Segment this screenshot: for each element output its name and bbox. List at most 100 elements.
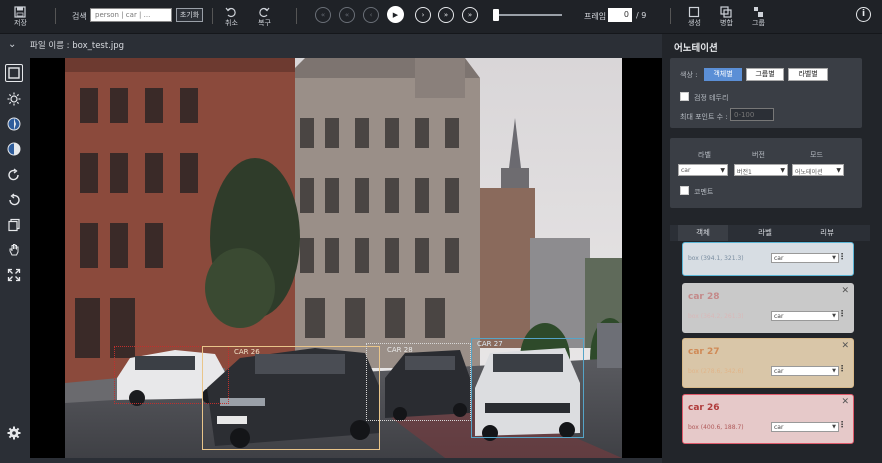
panel-title: 어노테이션	[674, 43, 718, 54]
dropdown-arrow-icon: ▼	[836, 167, 841, 174]
object-name: car 27	[688, 347, 720, 357]
object-card[interactable]: ✕ car 28 box (364.2, 261.3) car ▼ ⋮	[682, 283, 854, 333]
half-circle-icon	[7, 142, 21, 156]
group-button[interactable]: 그룹	[752, 6, 765, 28]
more-options-icon[interactable]: ⋮	[838, 252, 846, 261]
panel-tabs: 객체 라벨 리뷰	[670, 225, 870, 241]
file-bar: ⌄ 파일 이름 : box_test.jpg	[0, 34, 662, 56]
next-frame-button[interactable]: ›	[415, 7, 431, 23]
rectangle-icon	[8, 67, 20, 79]
rotate-right-tool[interactable]	[5, 166, 23, 184]
redo-icon	[259, 7, 270, 18]
copy-icon	[8, 218, 20, 232]
search-label: 검색	[72, 12, 87, 21]
redo-button[interactable]: 복구	[258, 6, 271, 28]
pan-tool[interactable]	[5, 241, 23, 259]
brightness-tool[interactable]	[5, 90, 23, 108]
reset-button[interactable]: 초기화	[176, 8, 203, 22]
last-frame-button[interactable]: »	[462, 7, 478, 23]
label-select-value: car	[681, 167, 691, 174]
object-card-selected[interactable]: ✕ car 26 box (400.6, 188.7) car ▼ ⋮	[682, 394, 854, 444]
max-points-input[interactable]: 0-100	[730, 108, 774, 121]
close-icon[interactable]: ✕	[841, 341, 849, 351]
group-label: 그룹	[752, 19, 765, 27]
black-border-checkbox[interactable]	[680, 92, 689, 101]
fit-screen-tool[interactable]	[5, 266, 23, 284]
display-settings-card: 색상 : 객체별 그룹별 라벨별 검정 테두리 최대 포인트 수 : 0-100	[670, 58, 862, 128]
object-card[interactable]: ✕ car 27 box (278.6, 342.6) car ▼ ⋮	[682, 338, 854, 388]
play-button[interactable]: ▶	[387, 6, 404, 23]
copy-tool[interactable]	[5, 216, 23, 234]
comment-checkbox[interactable]	[680, 186, 689, 195]
hand-icon	[9, 244, 19, 256]
square-icon	[689, 6, 700, 18]
undo-label: 취소	[225, 19, 238, 27]
settings-button[interactable]	[7, 426, 21, 443]
object-class-select[interactable]: car ▼	[771, 253, 839, 263]
create-button[interactable]: 생성	[688, 6, 701, 28]
tab-labels[interactable]: 라벨	[740, 225, 790, 241]
dropdown-arrow-icon: ▼	[832, 424, 836, 430]
bbox-car-28-alt[interactable]	[366, 343, 471, 421]
bbox-label-car-26: CAR 26	[234, 348, 260, 356]
next-ten-button[interactable]: »	[438, 7, 454, 23]
dropdown-arrow-icon: ▼	[832, 368, 836, 374]
bbox-label-car-27: CAR 27	[477, 340, 503, 348]
version-select[interactable]: 버전1 ▼	[734, 164, 788, 176]
dropdown-arrow-icon: ▼	[832, 255, 836, 261]
object-card[interactable]: box (394.1, 321.3) car ▼ ⋮	[682, 242, 854, 276]
save-icon	[14, 6, 27, 18]
mode-header: 모드	[810, 151, 823, 159]
object-class-select[interactable]: car ▼	[771, 422, 839, 432]
frame-input[interactable]: 0	[608, 8, 632, 22]
tab-objects[interactable]: 객체	[678, 225, 728, 241]
frame-slider-handle[interactable]	[493, 9, 499, 21]
sun-icon	[7, 92, 21, 106]
more-options-icon[interactable]: ⋮	[838, 420, 846, 429]
tab-review[interactable]: 리뷰	[802, 225, 852, 241]
object-class-value: car	[774, 424, 784, 431]
bbox-car-26[interactable]	[202, 346, 380, 450]
contrast-tool[interactable]	[5, 115, 23, 133]
close-icon[interactable]: ✕	[841, 397, 849, 407]
gear-icon	[7, 426, 21, 440]
rotate-left-tool[interactable]	[5, 191, 23, 209]
frame-label: 프레임	[584, 12, 607, 21]
save-button[interactable]: 저장	[14, 6, 27, 28]
image-canvas[interactable]: CAR 26 CAR 28 CAR 27	[30, 58, 662, 458]
object-class-select[interactable]: car ▼	[771, 366, 839, 376]
divider	[212, 8, 213, 24]
chevron-down-icon[interactable]: ⌄	[8, 39, 16, 50]
more-options-icon[interactable]: ⋮	[838, 364, 846, 373]
divider	[670, 8, 671, 24]
label-select[interactable]: car ▼	[678, 164, 728, 176]
box-tool[interactable]	[5, 64, 23, 82]
prev-ten-button[interactable]: «	[339, 7, 355, 23]
saturation-tool[interactable]	[5, 140, 23, 158]
play-icon: ▶	[392, 10, 399, 19]
first-frame-button[interactable]: «	[315, 7, 331, 23]
more-options-icon[interactable]: ⋮	[838, 309, 846, 318]
mode-select[interactable]: 어노테이션 ▼	[792, 164, 844, 176]
fast-forward-icon: »	[443, 11, 449, 19]
bbox-car-27[interactable]	[471, 338, 584, 438]
color-by-label-button[interactable]: 라벨별	[788, 68, 828, 81]
dropdown-arrow-icon: ▼	[780, 167, 785, 174]
close-icon[interactable]: ✕	[841, 286, 849, 296]
search-input[interactable]: person | car | ...	[90, 8, 172, 22]
object-coords: box (394.1, 321.3)	[688, 255, 744, 262]
frame-slider-track[interactable]	[496, 14, 562, 16]
divider	[296, 8, 297, 24]
undo-button[interactable]: 취소	[225, 6, 238, 28]
skip-back-icon: «	[320, 11, 326, 19]
redo-label: 복구	[258, 19, 271, 27]
color-by-group-button[interactable]: 그룹별	[746, 68, 784, 81]
merge-button[interactable]: 병합	[720, 6, 733, 28]
object-class-select[interactable]: car ▼	[771, 311, 839, 321]
tool-strip	[0, 56, 28, 463]
color-by-object-button[interactable]: 객체별	[704, 68, 742, 81]
prev-frame-button[interactable]: ‹	[363, 7, 379, 23]
info-icon[interactable]: i	[856, 7, 871, 22]
create-label: 생성	[688, 19, 701, 27]
version-select-value: 버전1	[737, 169, 752, 176]
